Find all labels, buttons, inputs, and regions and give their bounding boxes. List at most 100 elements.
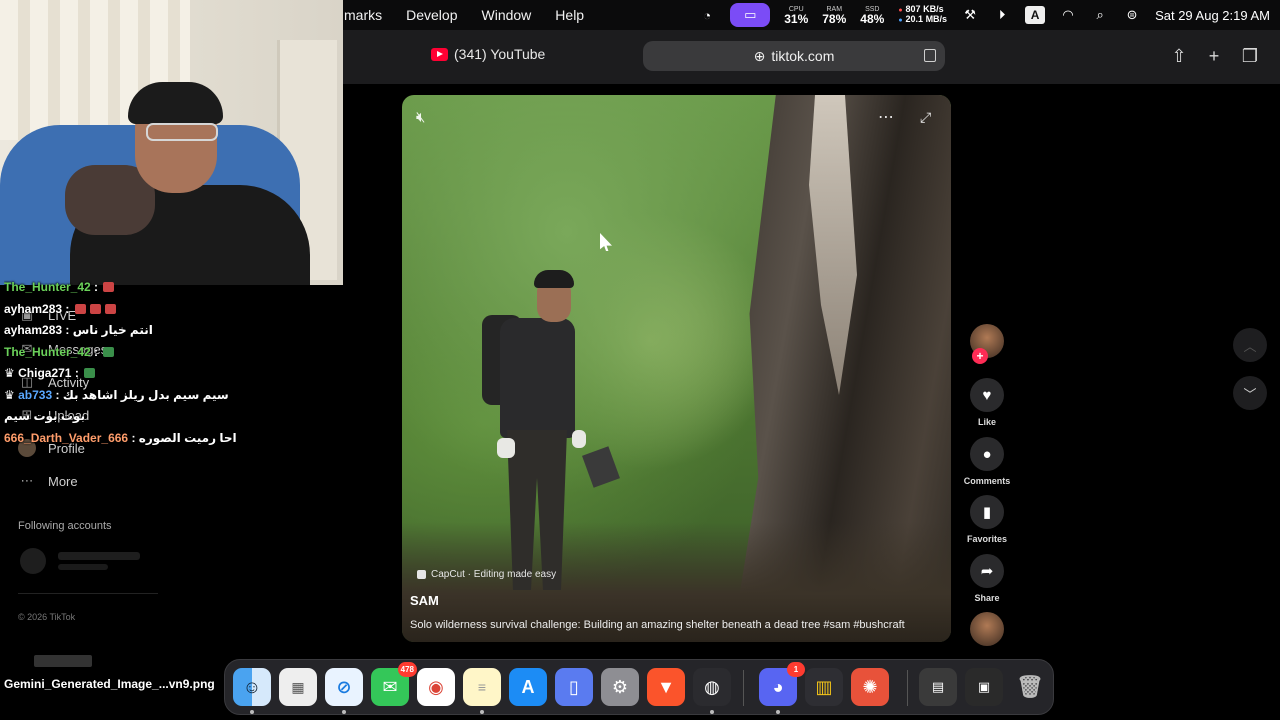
- ram-stat[interactable]: RAM 78%: [822, 6, 846, 25]
- cpu-value: 31%: [784, 11, 809, 26]
- tab-youtube[interactable]: (341) YouTube: [431, 46, 545, 62]
- chat-message: ayham283 : انتم خيار ناس: [4, 320, 334, 342]
- like-button[interactable]: ♥ Like: [962, 378, 1012, 427]
- downloads-stack-icon[interactable]: ▣: [965, 668, 1003, 706]
- mute-icon[interactable]: 🔇︎: [416, 109, 425, 126]
- chrome-icon[interactable]: ◉: [417, 668, 455, 706]
- creator-avatar[interactable]: +: [962, 324, 1012, 364]
- messages-badge: 478: [397, 662, 417, 677]
- video-player[interactable]: 🔇︎ ⋯ ⤢ CapCut · Editing made easy SAM So…: [402, 95, 951, 642]
- discord-icon[interactable]: ◕ 1: [759, 662, 805, 706]
- input-source-icon[interactable]: A: [1025, 6, 1046, 24]
- video-actions: + ♥ Like ● Comments ▮ Favorites ➦ Share: [962, 320, 1012, 650]
- messages-icon[interactable]: ✉ 478: [371, 662, 417, 706]
- tools-icon[interactable]: ⚒: [961, 7, 979, 23]
- next-video-button[interactable]: ﹀: [1233, 376, 1267, 410]
- chat-text: بوت بوت سيم: [4, 409, 85, 423]
- share-button[interactable]: ➦ Share: [962, 554, 1012, 603]
- streamer-hair: [128, 82, 223, 124]
- skeleton-line: [58, 552, 140, 560]
- chat-message: The_Hunter_42 :: [4, 342, 334, 364]
- bartender-icon[interactable]: ▥: [805, 668, 843, 706]
- skeleton-avatar: [20, 548, 46, 574]
- emoji-icon: [103, 282, 115, 292]
- chat-message: 666_Darth_Vader_666 : احا رميت الصوره: [4, 428, 334, 450]
- claude-icon[interactable]: ✺: [851, 668, 889, 706]
- discord-badge: 1: [787, 662, 805, 677]
- brave-icon[interactable]: ▼: [647, 668, 685, 706]
- menu-window[interactable]: Window: [482, 7, 532, 23]
- webcam-overlay: [0, 0, 343, 285]
- tab-overview-icon[interactable]: ❐: [1238, 44, 1262, 68]
- notes-icon[interactable]: ≡: [463, 668, 501, 706]
- like-label: Like: [977, 417, 996, 427]
- comment-icon: ●: [970, 437, 1004, 471]
- obs-icon[interactable]: ◍: [693, 668, 731, 706]
- wifi-icon[interactable]: ◠: [1059, 7, 1077, 23]
- running-indicator: [250, 710, 254, 714]
- chat-text: :: [94, 344, 99, 359]
- chat-message: ♛ ab733 : سيم سيم بدل ريلز اشاهد بك: [4, 385, 334, 407]
- trash-icon[interactable]: 🗑︎: [1011, 668, 1049, 706]
- video-caption: Solo wilderness survival challenge: Buil…: [410, 619, 905, 631]
- menu-bookmarks[interactable]: marks: [344, 7, 382, 23]
- reader-icon[interactable]: [924, 49, 936, 62]
- more-icon: ⋯: [20, 473, 34, 488]
- follow-button[interactable]: +: [972, 348, 988, 364]
- share-icon[interactable]: ⇧: [1167, 44, 1191, 68]
- launchpad-icon[interactable]: ▦: [279, 668, 317, 706]
- running-indicator: [480, 710, 484, 714]
- youtube-icon: [431, 47, 448, 61]
- chat-text: :: [74, 366, 79, 380]
- comments-label: Comments: [963, 476, 1011, 486]
- new-tab-icon[interactable]: +: [1202, 44, 1226, 68]
- menu-develop[interactable]: Develop: [406, 7, 457, 23]
- emoji-icon: [84, 368, 96, 378]
- chat-message: ayham283 :: [4, 299, 334, 321]
- chat-text: : احا رميت الصوره: [131, 430, 237, 445]
- dock-separator: [743, 670, 744, 706]
- screen-record-icon[interactable]: ◔: [698, 7, 716, 23]
- network-stat[interactable]: 807 KB/s20.1 MB/s: [898, 4, 948, 25]
- chat-text: :: [94, 280, 99, 294]
- finder-icon[interactable]: ☺: [233, 668, 271, 706]
- cap: [534, 270, 574, 288]
- search-icon[interactable]: ⌕: [1091, 7, 1109, 23]
- capcut-tag[interactable]: CapCut · Editing made easy: [417, 569, 556, 580]
- chat-message: The_Hunter_42 :: [4, 277, 334, 299]
- chat-message: بوت بوت سيم: [4, 406, 334, 428]
- system-settings-icon[interactable]: ⚙: [601, 668, 639, 706]
- sidebar-item-more[interactable]: ⋯ More: [18, 472, 78, 490]
- ssd-stat[interactable]: SSD 48%: [860, 6, 884, 25]
- stream-chat: The_Hunter_42 : ayham283 : ayham283 : ان…: [4, 277, 334, 449]
- axe: [582, 446, 620, 488]
- play-icon[interactable]: ⏵: [993, 7, 1011, 23]
- sound-avatar[interactable]: [962, 612, 1012, 646]
- previous-video-button[interactable]: ︿: [1233, 328, 1267, 362]
- stack-icon[interactable]: ▤: [919, 668, 957, 706]
- control-center-icon[interactable]: ⊜: [1123, 7, 1141, 23]
- browser-toolbar: (341) YouTube ⊕ tiktok.com ⇧ + ❐: [343, 30, 1280, 84]
- comments-button[interactable]: ● Comments: [962, 437, 1012, 486]
- chat-username: The_Hunter_42: [4, 344, 91, 359]
- menu-help[interactable]: Help: [555, 7, 584, 23]
- iphone-mirroring-icon[interactable]: ▯: [555, 668, 593, 706]
- chat-username: Chiga271: [18, 366, 72, 380]
- stage-manager-icon[interactable]: ▭: [730, 3, 771, 27]
- dock-separator: [907, 670, 908, 706]
- capcut-text: CapCut · Editing made easy: [431, 569, 557, 580]
- chat-username: 666_Darth_Vader_666: [4, 430, 129, 445]
- address-bar[interactable]: ⊕ tiktok.com: [643, 41, 945, 71]
- glove: [572, 430, 586, 448]
- emoji-icon: [104, 303, 116, 314]
- video-author[interactable]: SAM: [410, 593, 439, 608]
- more-options-icon[interactable]: ⋯: [878, 107, 894, 127]
- app-store-icon[interactable]: A: [509, 668, 547, 706]
- cpu-stat[interactable]: CPU 31%: [784, 6, 808, 25]
- fullscreen-icon[interactable]: ⤢: [920, 109, 931, 126]
- share-arrow-icon: ➦: [970, 554, 1004, 588]
- favorites-button[interactable]: ▮ Favorites: [962, 495, 1012, 544]
- clock[interactable]: Sat 29 Aug 2:19 AM: [1155, 8, 1270, 23]
- safari-icon[interactable]: ⊘: [325, 668, 363, 706]
- glasses: [146, 123, 218, 141]
